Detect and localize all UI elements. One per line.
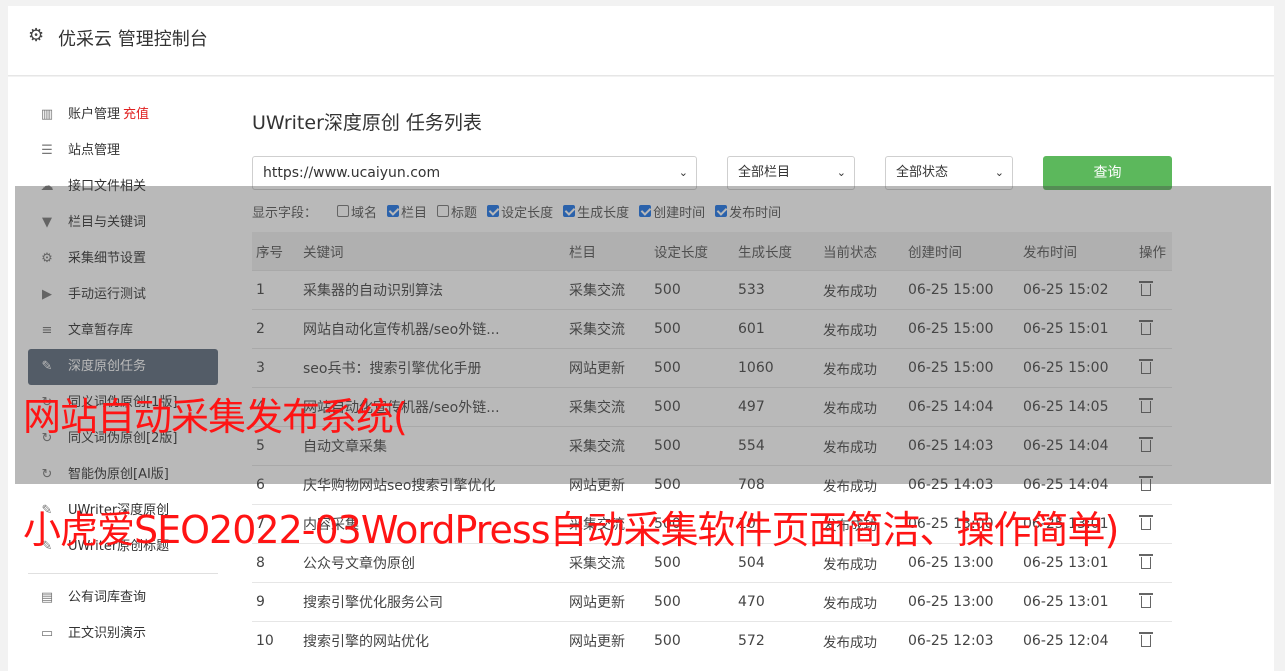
console-title: 优采云 管理控制台 <box>58 29 208 50</box>
column-select[interactable]: 全部栏目 ⌄ <box>727 156 855 190</box>
table-cell: 470 <box>734 581 819 621</box>
status-cell: 发布成功 <box>819 581 904 621</box>
sidebar-item-label: 账户管理 <box>68 107 121 122</box>
trash-icon[interactable] <box>1139 553 1153 569</box>
table-row: 10 搜索引擎的网站优化 网站更新 500 572 发布成功 06-25 12:03 06-2… <box>252 620 1172 660</box>
action-cell <box>1135 581 1172 621</box>
table-cell: 06-25 12:03 <box>904 620 1019 660</box>
bar-chart-icon: ▥ <box>40 107 54 122</box>
table-cell: 网站更新 <box>565 620 650 660</box>
status-select-value: 全部状态 <box>896 165 949 180</box>
monitor-icon: ▭ <box>40 626 54 641</box>
sidebar-item[interactable]: ▥ 账户管理 充值 <box>28 97 218 133</box>
column-select-value: 全部栏目 <box>738 165 791 180</box>
sidebar-item-label: 公有词库查询 <box>68 590 147 605</box>
table-cell: 网站更新 <box>565 581 650 621</box>
table-cell: 500 <box>650 581 734 621</box>
table-row: 9 搜索引擎优化服务公司 网站更新 500 470 发布成功 06-25 13:00 06-2… <box>252 581 1172 621</box>
overlay-text-line1: 网站自动采集发布系统( <box>23 395 408 439</box>
chevron-down-icon: ⌄ <box>836 166 846 179</box>
table-cell: 06-25 13:01 <box>1019 581 1135 621</box>
sidebar-item-label: 正文识别演示 <box>68 626 147 641</box>
sidebar-item-label: 站点管理 <box>68 143 121 158</box>
table-cell: 搜索引擎优化服务公司 <box>299 581 565 621</box>
table-cell: 572 <box>734 620 819 660</box>
sidebar-item[interactable]: ☰ 站点管理 <box>28 133 218 169</box>
recharge-link[interactable]: 充值 <box>123 107 149 122</box>
action-cell <box>1135 620 1172 660</box>
book-icon: ▤ <box>40 590 54 605</box>
site-url-select[interactable]: https://www.ucaiyun.com ⌄ <box>252 156 697 190</box>
status-select[interactable]: 全部状态 ⌄ <box>885 156 1013 190</box>
sidebar-divider <box>28 573 218 574</box>
table-cell: 500 <box>650 620 734 660</box>
trash-icon[interactable] <box>1139 631 1153 647</box>
top-header: ⚙ 优采云 管理控制台 <box>8 6 1274 76</box>
sidebar-item[interactable]: ▤ 公有词库查询 <box>28 580 218 616</box>
overlay-text-line2: 小虎爱SEO2022-03WordPress自动采集软件页面简洁、操作简单) <box>23 508 1119 552</box>
gear-icon: ⚙ <box>28 25 45 46</box>
sidebar-item[interactable]: ▭ 正文识别演示 <box>28 616 218 652</box>
table-cell: 搜索引擎的网站优化 <box>299 620 565 660</box>
site-url-value: https://www.ucaiyun.com <box>263 165 441 181</box>
chevron-down-icon: ⌄ <box>678 166 688 179</box>
server-icon: ☰ <box>41 143 53 158</box>
table-cell: 06-25 12:04 <box>1019 620 1135 660</box>
table-cell: 10 <box>252 620 299 660</box>
status-cell: 发布成功 <box>819 620 904 660</box>
page-title: UWriter深度原创 任务列表 <box>252 112 482 134</box>
query-button[interactable]: 查询 <box>1043 156 1172 190</box>
chevron-down-icon: ⌄ <box>994 166 1004 179</box>
trash-icon[interactable] <box>1139 592 1153 608</box>
table-cell: 9 <box>252 581 299 621</box>
table-cell: 06-25 13:00 <box>904 581 1019 621</box>
